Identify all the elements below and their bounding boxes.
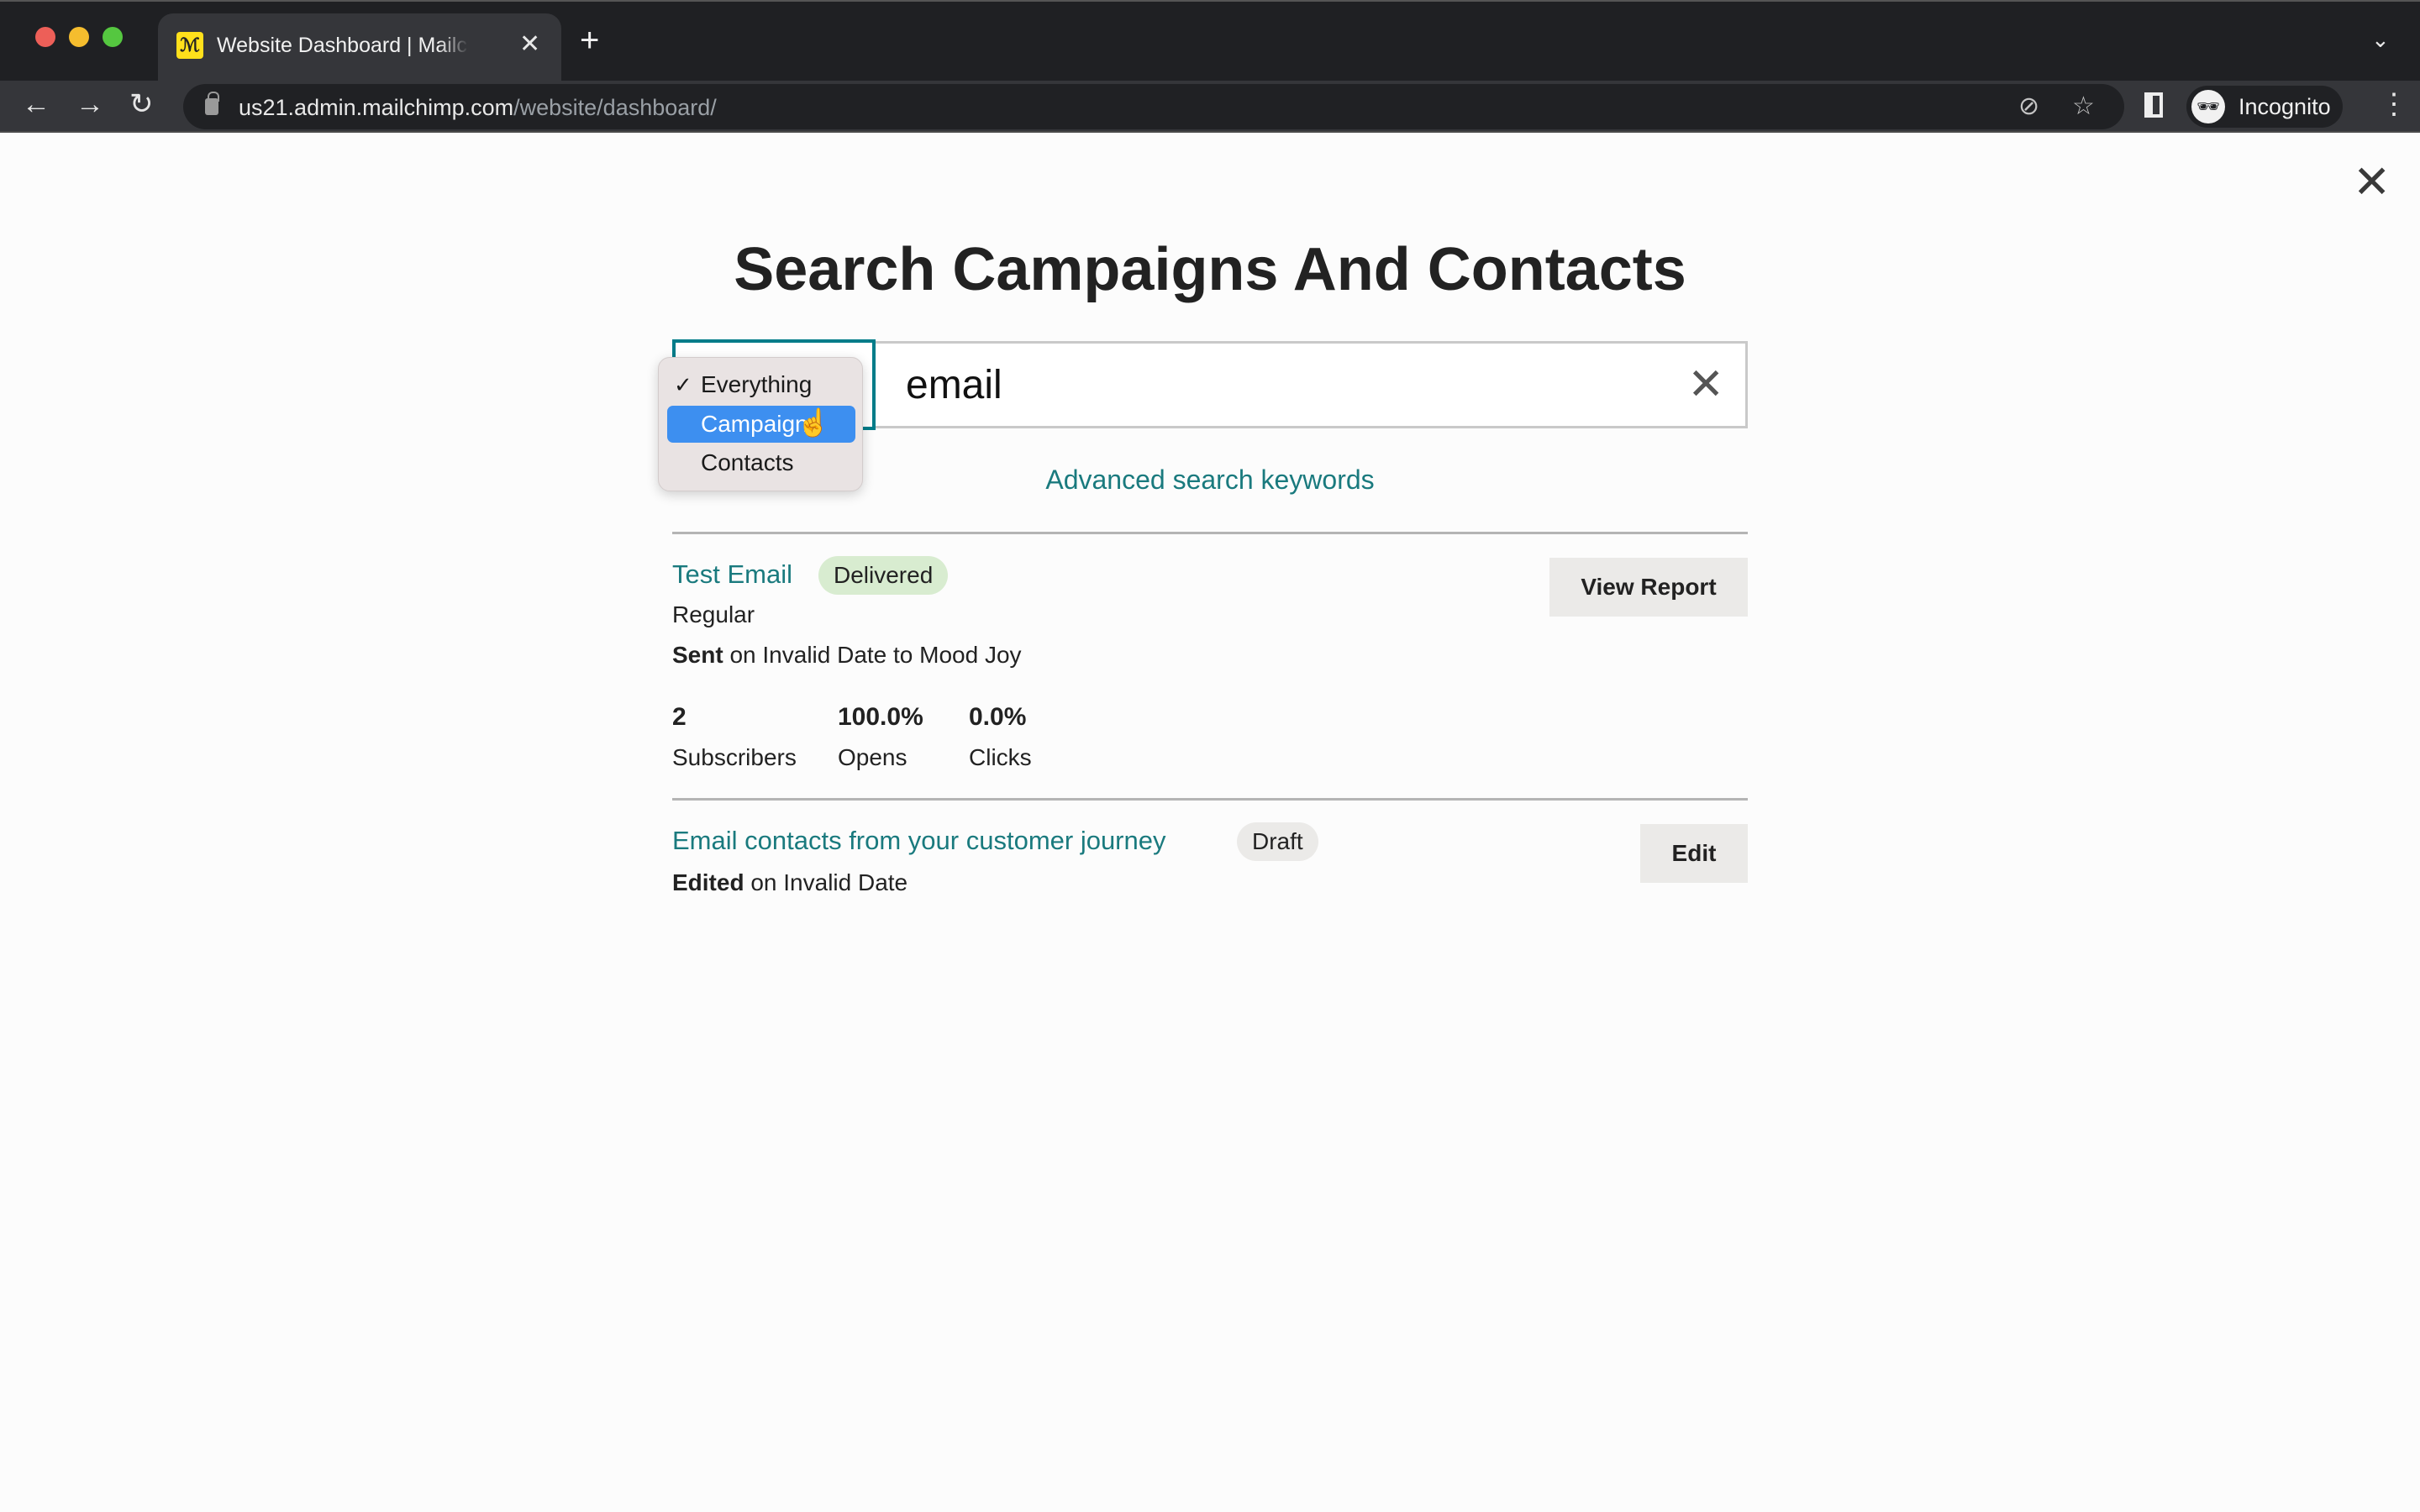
profile-button[interactable]: 🕶 Incognito <box>2186 86 2343 128</box>
window-minimize-button[interactable] <box>69 27 89 47</box>
result-title-link[interactable]: Test Email <box>672 558 792 591</box>
stat-label: Clicks <box>969 744 1032 770</box>
stat-clicks: 0.0% Clicks <box>969 702 1032 773</box>
meta-rest: on Invalid Date to Mood Joy <box>723 642 1022 668</box>
edit-button[interactable]: Edit <box>1640 824 1748 883</box>
stat-label: Opens <box>838 744 908 770</box>
reload-icon[interactable]: ↻ <box>129 87 154 121</box>
window-maximize-button[interactable] <box>103 27 123 47</box>
back-arrow-icon[interactable]: ← <box>22 87 50 121</box>
address-bar[interactable]: us21.admin.mailchimp.com/website/dashboa… <box>183 84 2124 129</box>
window-close-button[interactable] <box>35 27 55 47</box>
results-divider <box>672 532 1748 534</box>
eye-off-icon[interactable]: ⊘ <box>2018 92 2039 121</box>
close-search-icon[interactable]: ✕ <box>2353 160 2391 205</box>
url-host: us21.admin.mailchimp.com <box>239 95 514 120</box>
forward-arrow-icon[interactable]: → <box>76 87 104 121</box>
status-badge: Delivered <box>818 556 949 595</box>
browser-tab[interactable]: ℳ Website Dashboard | Mailchimp ✕ <box>158 13 561 82</box>
incognito-icon: 🕶 <box>2191 90 2225 123</box>
result-meta: Sent on Invalid Date to Mood Joy <box>672 640 1022 670</box>
checkmark-icon: ✓ <box>674 372 692 397</box>
stat-subscribers: 2 Subscribers <box>672 702 797 773</box>
browser-toolbar: ← → ↻ us21.admin.mailchimp.com/website/d… <box>0 81 2420 133</box>
search-input[interactable] <box>876 341 1748 428</box>
scope-option-everything[interactable]: ✓ Everything <box>667 366 855 403</box>
side-panel-icon[interactable] <box>2144 92 2163 118</box>
result-item: Email contacts from your customer journe… <box>672 822 1748 908</box>
page-title: Search Campaigns And Contacts <box>734 236 1686 303</box>
stat-opens: 100.0% Opens <box>838 702 923 773</box>
url-text[interactable]: us21.admin.mailchimp.com/website/dashboa… <box>239 94 717 121</box>
new-tab-button[interactable]: + <box>580 24 599 57</box>
mailchimp-favicon-icon: ℳ <box>176 32 203 59</box>
scope-option-label: Everything <box>701 371 813 397</box>
url-path: /website/dashboard/ <box>513 95 717 120</box>
tab-title: Website Dashboard | Mailchimp <box>217 34 469 57</box>
results-divider <box>672 798 1748 801</box>
result-title-link[interactable]: Email contacts from your customer journe… <box>672 824 1166 858</box>
stat-label: Subscribers <box>672 744 797 770</box>
bookmark-star-icon[interactable]: ☆ <box>2072 92 2095 121</box>
meta-bold: Sent <box>672 642 723 668</box>
pointer-hand-cursor-icon: ☝ <box>797 407 830 438</box>
browser-tab-bar: ℳ Website Dashboard | Mailchimp ✕ + ⌄ <box>0 0 2420 82</box>
tab-search-chevron-icon[interactable]: ⌄ <box>2371 27 2390 53</box>
campaign-type: Regular <box>672 601 755 627</box>
result-item: Test Email Delivered Regular Sent on Inv… <box>672 556 1748 776</box>
meta-rest: on Invalid Date <box>744 869 908 895</box>
profile-label: Incognito <box>2238 94 2331 119</box>
stat-value: 100.0% <box>838 703 923 731</box>
result-meta: Edited on Invalid Date <box>672 868 908 898</box>
advanced-search-keywords-link[interactable]: Advanced search keywords <box>0 462 2420 497</box>
meta-bold: Edited <box>672 869 744 895</box>
status-badge: Draft <box>1237 822 1318 861</box>
lock-icon[interactable] <box>205 92 219 115</box>
stat-value: 2 <box>672 703 687 731</box>
tab-close-icon[interactable]: ✕ <box>519 30 540 59</box>
browser-menu-icon[interactable]: ⋮ <box>2380 87 2408 121</box>
stat-value: 0.0% <box>969 703 1027 731</box>
clear-search-icon[interactable]: ✕ <box>1687 361 1724 408</box>
view-report-button[interactable]: View Report <box>1549 558 1748 617</box>
